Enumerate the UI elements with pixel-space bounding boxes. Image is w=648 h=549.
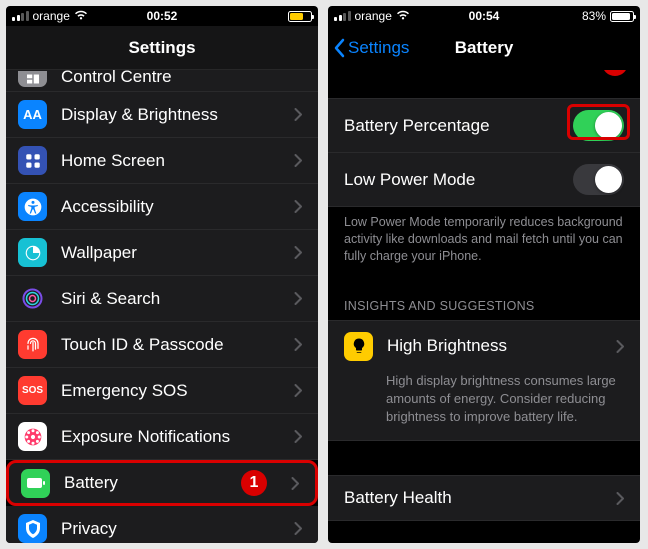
siri-icon	[18, 284, 47, 313]
section-gap	[328, 441, 640, 475]
status-bar: orange 00:54 83%	[328, 6, 640, 26]
row-siri[interactable]: Siri & Search	[6, 276, 318, 322]
row-control-centre[interactable]: Control Centre	[6, 70, 318, 92]
settings-list[interactable]: Control Centre AA Display & Brightness Home…	[6, 70, 318, 543]
row-accessibility[interactable]: Accessibility	[6, 184, 318, 230]
exposure-icon	[18, 422, 47, 451]
chevron-right-icon	[294, 384, 302, 397]
back-button[interactable]: Settings	[334, 26, 409, 70]
phone-settings-list: orange 00:52 Settings Control Centre AA Di…	[6, 6, 318, 543]
row-high-brightness[interactable]: High Brightness	[328, 320, 640, 372]
wifi-icon	[74, 9, 88, 23]
chevron-right-icon	[616, 340, 624, 353]
row-label: Home Screen	[61, 151, 280, 171]
nav-title: Settings	[128, 38, 195, 58]
battery-icon	[288, 11, 312, 22]
chevron-right-icon	[291, 477, 299, 490]
row-battery-percentage[interactable]: Battery Percentage	[328, 98, 640, 153]
chevron-right-icon	[294, 108, 302, 121]
row-privacy[interactable]: Privacy	[6, 506, 318, 543]
row-battery-health[interactable]: Battery Health	[328, 475, 640, 521]
row-label: Battery Health	[344, 488, 602, 508]
carrier-label: orange	[33, 9, 70, 23]
row-label: Display & Brightness	[61, 105, 280, 125]
row-label: Siri & Search	[61, 289, 280, 309]
low-power-mode-footer: Low Power Mode temporarily reduces backg…	[328, 207, 640, 281]
clock: 00:54	[469, 9, 500, 23]
row-exposure[interactable]: Exposure Notifications	[6, 414, 318, 460]
row-wallpaper[interactable]: Wallpaper	[6, 230, 318, 276]
row-label: Privacy	[61, 519, 280, 539]
battery-settings-list[interactable]: 2 Battery Percentage Low Power Mode Low …	[328, 70, 640, 543]
chevron-right-icon	[616, 492, 624, 505]
chevron-right-icon	[294, 154, 302, 167]
control-centre-icon	[18, 71, 47, 87]
battery-percentage-label: 83%	[582, 9, 606, 23]
row-label: Low Power Mode	[344, 170, 559, 190]
chevron-right-icon	[294, 292, 302, 305]
row-label: Control Centre	[61, 70, 302, 87]
row-sos[interactable]: SOS Emergency SOS	[6, 368, 318, 414]
row-label: Exposure Notifications	[61, 427, 280, 447]
row-label: Touch ID & Passcode	[61, 335, 280, 355]
signal-icon	[12, 11, 29, 21]
row-battery[interactable]: Battery 1	[6, 460, 318, 506]
brightness-icon	[344, 332, 373, 361]
annotation-badge-1: 1	[241, 470, 267, 496]
row-label: Emergency SOS	[61, 381, 280, 401]
chevron-right-icon	[294, 246, 302, 259]
annotation-badge-2: 2	[602, 70, 628, 76]
high-brightness-description: High display brightness consumes large a…	[328, 372, 640, 442]
home-screen-icon	[18, 146, 47, 175]
row-label: Wallpaper	[61, 243, 280, 263]
row-touchid[interactable]: Touch ID & Passcode	[6, 322, 318, 368]
chevron-right-icon	[294, 522, 302, 535]
row-label: Accessibility	[61, 197, 280, 217]
phone-battery-settings: orange 00:54 83% Settings Battery 2 Batt…	[328, 6, 640, 543]
carrier-label: orange	[355, 9, 392, 23]
row-display[interactable]: AA Display & Brightness	[6, 92, 318, 138]
status-bar: orange 00:52	[6, 6, 318, 26]
privacy-icon	[18, 514, 47, 543]
signal-icon	[334, 11, 351, 21]
low-power-mode-toggle[interactable]	[573, 164, 624, 195]
battery-icon	[610, 11, 634, 22]
display-icon: AA	[18, 100, 47, 129]
clock: 00:52	[147, 9, 178, 23]
battery-icon	[21, 469, 50, 498]
sos-icon: SOS	[18, 376, 47, 405]
row-home-screen[interactable]: Home Screen	[6, 138, 318, 184]
accessibility-icon	[18, 192, 47, 221]
wifi-icon	[396, 9, 410, 23]
row-label: High Brightness	[387, 336, 602, 356]
touchid-icon	[18, 330, 47, 359]
nav-bar: Settings	[6, 26, 318, 70]
chevron-right-icon	[294, 338, 302, 351]
annotation-highlight-2	[567, 104, 630, 140]
section-header-insights: Insights and Suggestions	[328, 281, 640, 320]
nav-bar: Settings Battery	[328, 26, 640, 70]
chevron-right-icon	[294, 430, 302, 443]
chevron-right-icon	[294, 200, 302, 213]
row-label: Battery	[64, 473, 227, 493]
row-low-power-mode[interactable]: Low Power Mode	[328, 153, 640, 207]
row-label: Battery Percentage	[344, 116, 559, 136]
nav-title: Battery	[455, 38, 514, 58]
wallpaper-icon	[18, 238, 47, 267]
